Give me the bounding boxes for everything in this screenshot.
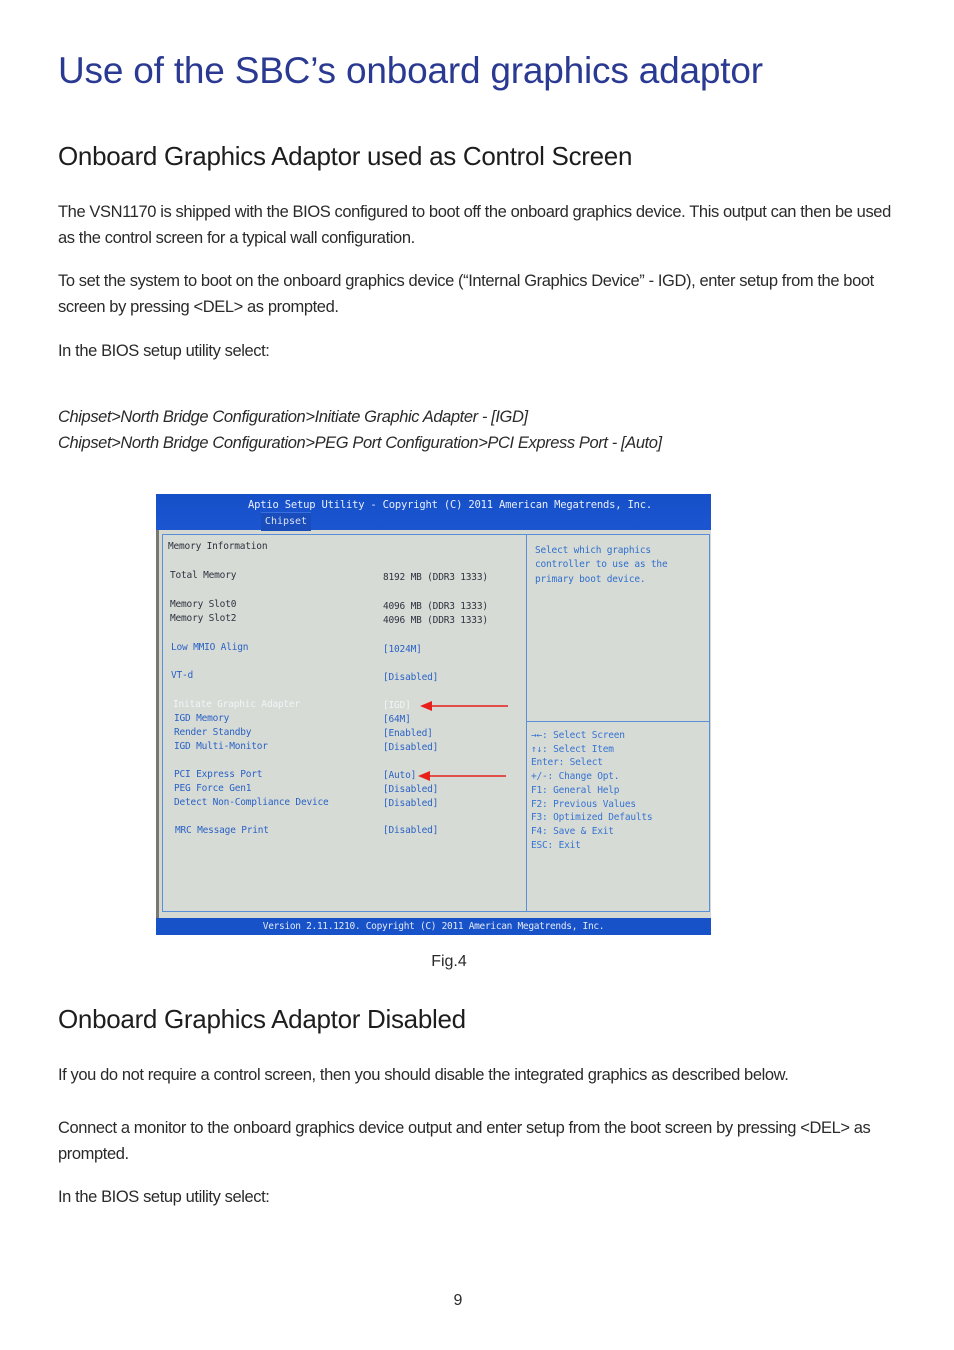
bios-row-label: Low MMIO Align (171, 642, 249, 653)
paragraph-boot-igd: To set the system to boot on the onboard… (58, 268, 908, 320)
page-number: 9 (453, 1292, 463, 1309)
key-help-select-item: ↑↓: Select Item (531, 743, 614, 755)
red-arrow-icon (418, 771, 506, 781)
paragraph-text: In the BIOS setup utility select: (58, 342, 270, 360)
paragraph-text: The VSN1170 is shipped with the BIOS con… (58, 203, 891, 247)
bios-row-label: MRC Message Print (175, 825, 269, 836)
key-help-f4: F4: Save & Exit (531, 825, 614, 837)
bios-row-label: Memory Information (168, 541, 268, 552)
bios-row-value: 4096 MB (DDR3 1333) (383, 615, 488, 626)
bios-help-text: Select which graphics controller to use … (535, 544, 668, 587)
bios-row-value: [Disabled] (383, 742, 439, 753)
key-help-change-opt: +/-: Change Opt. (531, 771, 620, 783)
paragraph-bios-select: In the BIOS setup utility select: (58, 338, 908, 364)
paragraph-text: If you do not require a control screen, … (58, 1066, 789, 1084)
bios-path-pci-express: Chipset>North Bridge Configuration>PEG P… (58, 434, 662, 452)
red-arrow-icon (420, 701, 508, 711)
help-line: controller to use as the (535, 559, 668, 571)
paragraph-connect-monitor: Connect a monitor to the onboard graphic… (58, 1115, 908, 1167)
bios-panel (162, 534, 710, 912)
bios-row-label: VT-d (171, 670, 194, 681)
bios-row-label: Detect Non-Compliance Device (174, 797, 329, 808)
photo-edge (156, 530, 159, 918)
bios-divider (526, 534, 527, 912)
paragraph-text: In the BIOS setup utility select: (58, 1188, 270, 1206)
paragraph-text: To set the system to boot on the onboard… (58, 272, 874, 316)
key-help-select-screen: →←: Select Screen (531, 730, 625, 741)
bios-row-label: Render Standby (174, 727, 252, 738)
bios-row-value: [64M] (383, 714, 411, 725)
bios-row-value: 8192 MB (DDR3 1333) (383, 572, 488, 583)
bios-row-label: Total Memory (170, 570, 237, 581)
bios-row-value: [Disabled] (383, 784, 439, 795)
bios-row-value: [Disabled] (383, 825, 439, 836)
bios-row-label: IGD Multi-Monitor (174, 741, 268, 752)
bios-path-igd: Chipset>North Bridge Configuration>Initi… (58, 408, 528, 426)
section-heading-control-screen: Onboard Graphics Adaptor used as Control… (58, 141, 633, 171)
key-help-enter: Enter: Select (531, 757, 603, 769)
bios-row-value: [Disabled] (383, 672, 439, 683)
bios-screenshot: Aptio Setup Utility - Copyright (C) 2011… (156, 494, 711, 935)
paragraph-text: Connect a monitor to the onboard graphic… (58, 1119, 871, 1163)
page-title: Use of the SBC’s onboard graphics adapto… (58, 50, 763, 91)
key-help-f2: F2: Previous Values (531, 798, 636, 810)
bios-row-label-selected: Initate Graphic Adapter (173, 699, 300, 710)
bios-footer-text: Version 2.11.1210. Copyright (C) 2011 Am… (262, 921, 605, 932)
paragraph-bios-select-2: In the BIOS setup utility select: (58, 1184, 908, 1210)
figure-caption: Fig.4 (431, 953, 467, 970)
bios-row-label: PEG Force Gen1 (174, 783, 252, 794)
section-heading-disabled: Onboard Graphics Adaptor Disabled (58, 1004, 466, 1034)
bios-header-title: Aptio Setup Utility - Copyright (C) 2011… (248, 499, 653, 511)
help-line: Select which graphics (535, 545, 651, 556)
bios-tab-chipset: Chipset (261, 512, 311, 531)
bios-row-label: PCI Express Port (174, 769, 263, 780)
paragraph-shipping-config: The VSN1170 is shipped with the BIOS con… (58, 199, 908, 251)
key-help-f3: F3: Optimized Defaults (531, 812, 653, 824)
bios-row-value-selected: [IGD] (383, 700, 411, 711)
bios-row-value: [Disabled] (383, 798, 439, 809)
bios-row-value: [Enabled] (383, 728, 433, 739)
bios-row-label: Memory Slot2 (170, 613, 237, 624)
bios-key-help: →←: Select Screen ↑↓: Select Item Enter:… (531, 729, 653, 852)
bios-help-divider (527, 721, 710, 722)
key-help-f1: F1: General Help (531, 784, 620, 796)
bios-row-value: [1024M] (383, 644, 422, 655)
key-help-esc: ESC: Exit (531, 839, 581, 851)
bios-row-label: Memory Slot0 (170, 599, 237, 610)
bios-paths: Chipset>North Bridge Configuration>Initi… (58, 404, 908, 456)
help-line: primary boot device. (535, 573, 646, 585)
bios-row-value: 4096 MB (DDR3 1333) (383, 601, 488, 612)
bios-row-value: [Auto] (383, 770, 417, 781)
paragraph-disable-intro: If you do not require a control screen, … (58, 1062, 908, 1088)
bios-row-label: IGD Memory (174, 713, 230, 724)
